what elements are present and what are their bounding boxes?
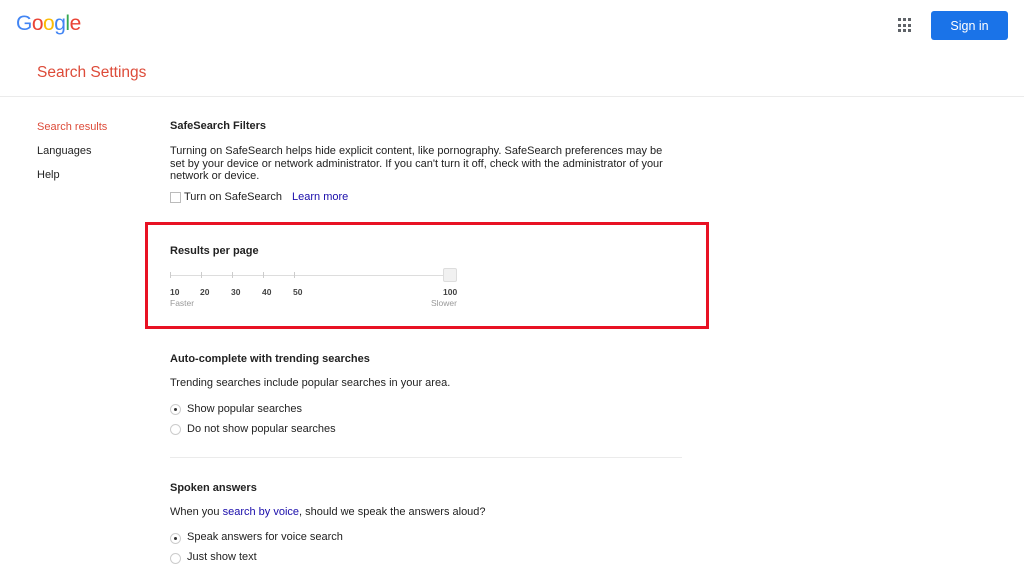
logo-letter: G: [16, 12, 32, 35]
learn-more-link[interactable]: Learn more: [292, 191, 348, 204]
page-title: Search Settings: [37, 64, 147, 81]
tick-label-50[interactable]: 50: [293, 287, 302, 297]
slower-caption: Slower: [431, 298, 457, 308]
speak-answers-radio[interactable]: [170, 533, 181, 544]
slider-tick: [294, 272, 295, 278]
show-popular-radio[interactable]: [170, 404, 181, 415]
safesearch-checkbox[interactable]: [170, 192, 181, 203]
faster-caption: Faster: [170, 298, 195, 308]
spoken-description-suffix: , should we speak the answers aloud?: [299, 506, 486, 518]
section-divider: [170, 457, 682, 458]
slider-tick: [263, 272, 264, 278]
just-text-radio[interactable]: [170, 553, 181, 564]
spoken-answers-title: Spoken answers: [170, 482, 257, 494]
results-slider-thumb[interactable]: [443, 268, 457, 282]
slider-tick: [232, 272, 233, 278]
safesearch-checkbox-label[interactable]: Turn on SafeSearch: [184, 191, 282, 204]
autocomplete-description: Trending searches include popular search…: [170, 377, 451, 389]
slider-tick: [170, 272, 171, 278]
tick-label-10[interactable]: 10: [170, 287, 179, 297]
results-per-page-title: Results per page: [170, 245, 259, 257]
google-logo[interactable]: Google: [16, 12, 81, 36]
tick-label-40[interactable]: 40: [262, 287, 271, 297]
safesearch-title: SafeSearch Filters: [170, 120, 266, 132]
header: Google Sign in Search Settings: [0, 0, 1024, 97]
tick-label-20[interactable]: 20: [200, 287, 209, 297]
sidebar-item-help[interactable]: Help: [37, 168, 107, 192]
autocomplete-title: Auto-complete with trending searches: [170, 353, 370, 365]
slider-tick: [201, 272, 202, 278]
search-by-voice-link[interactable]: search by voice: [223, 506, 299, 518]
apps-grid-icon[interactable]: [898, 18, 913, 33]
safesearch-description: Turning on SafeSearch helps hide explici…: [170, 145, 663, 182]
spoken-description: When you search by voice, should we spea…: [170, 506, 486, 519]
sidebar: Search results Languages Help: [37, 120, 107, 192]
sign-in-button[interactable]: Sign in: [931, 11, 1008, 40]
logo-letter: g: [54, 12, 66, 35]
show-popular-label[interactable]: Show popular searches: [187, 403, 302, 416]
just-text-label[interactable]: Just show text: [187, 551, 257, 564]
sidebar-item-search-results[interactable]: Search results: [37, 120, 107, 144]
logo-letter: o: [31, 12, 44, 35]
tick-label-30[interactable]: 30: [231, 287, 240, 297]
tick-label-100[interactable]: 100: [443, 287, 457, 297]
spoken-description-prefix: When you: [170, 506, 223, 518]
logo-letter: e: [69, 12, 82, 35]
speak-answers-label[interactable]: Speak answers for voice search: [187, 531, 343, 544]
logo-letter: o: [43, 12, 55, 35]
hide-popular-radio[interactable]: [170, 424, 181, 435]
results-slider-track[interactable]: [170, 275, 453, 276]
sidebar-item-languages[interactable]: Languages: [37, 144, 107, 168]
hide-popular-label[interactable]: Do not show popular searches: [187, 423, 336, 436]
